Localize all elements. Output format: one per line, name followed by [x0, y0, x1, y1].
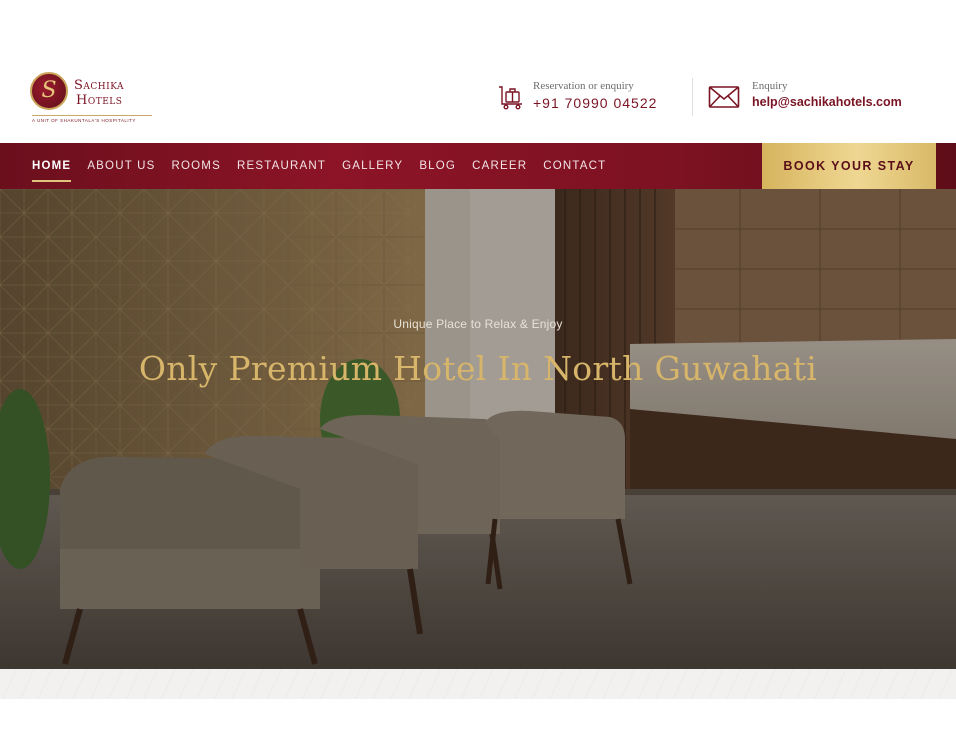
email-address[interactable]: help@sachikahotels.com [752, 95, 902, 109]
logo-name-line2: Hotels [76, 93, 123, 108]
phone-contact[interactable]: Reservation or enquiry +91 70990 04522 [497, 80, 687, 120]
nav-item-contact[interactable]: CONTACT [543, 160, 606, 172]
logo-name-line1: Sachika [74, 78, 125, 93]
envelope-icon [708, 86, 740, 108]
nav-item-home[interactable]: HOME [32, 160, 72, 182]
email-contact[interactable]: Enquiry help@sachikahotels.com [708, 80, 918, 120]
decorative-pattern-strip [0, 669, 956, 699]
nav-item-rooms[interactable]: ROOMS [172, 160, 221, 172]
hero-title: Only Premium Hotel In North Guwahati [138, 349, 818, 388]
phone-label: Reservation or enquiry [533, 80, 634, 92]
site-header: S Sachika Hotels A UNIT OF SHAKUNTALA'S … [0, 0, 956, 143]
nav-item-restaurant[interactable]: RESTAURANT [237, 160, 326, 172]
nav-item-gallery[interactable]: GALLERY [342, 160, 403, 172]
logo[interactable]: S Sachika Hotels A UNIT OF SHAKUNTALA'S … [30, 70, 152, 124]
phone-number[interactable]: +91 70990 04522 [533, 95, 657, 111]
email-label: Enquiry [752, 80, 788, 92]
hero-subtitle: Unique Place to Relax & Enjoy [393, 317, 563, 331]
nav-item-blog[interactable]: BLOG [419, 160, 456, 172]
page-bottom-space [0, 699, 956, 751]
logo-emblem: S [30, 72, 68, 110]
contact-divider [692, 78, 693, 116]
luggage-cart-icon [499, 86, 522, 110]
hero-banner: Unique Place to Relax & Enjoy Only Premi… [0, 189, 956, 669]
nav-item-about-us[interactable]: ABOUT US [87, 160, 155, 172]
logo-name: Sachika Hotels [74, 78, 124, 108]
nav-menu: HOME ABOUT US ROOMS RESTAURANT GALLERY B… [32, 143, 622, 189]
nav-item-career[interactable]: CAREER [472, 160, 527, 172]
logo-tagline: A UNIT OF SHAKUNTALA'S HOSPITALITY [32, 115, 152, 123]
main-navigation: HOME ABOUT US ROOMS RESTAURANT GALLERY B… [0, 143, 956, 189]
book-your-stay-button[interactable]: BOOK YOUR STAY [762, 143, 936, 189]
hero-overlay [0, 189, 956, 669]
